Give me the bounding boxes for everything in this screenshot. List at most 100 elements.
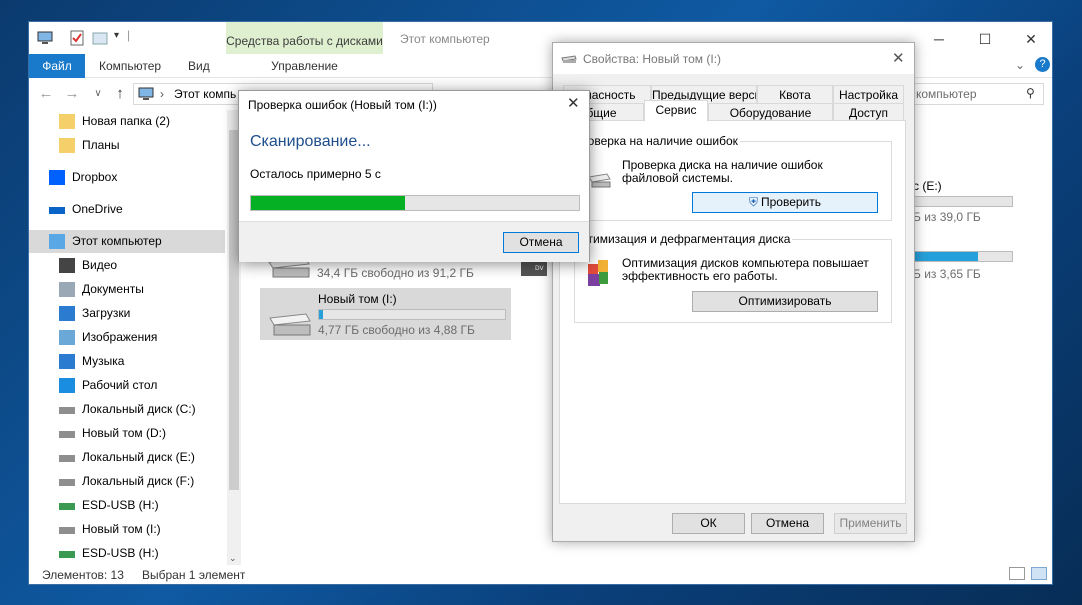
address-text: Этот компь xyxy=(174,87,237,101)
drive-e-usage-bar xyxy=(913,196,1013,207)
new-folder-icon[interactable] xyxy=(92,30,108,46)
optimize-button[interactable]: Оптимизировать xyxy=(692,291,878,312)
nav-item-label: Документы xyxy=(82,282,144,296)
drive-icon xyxy=(269,313,311,336)
dropdown-icon[interactable]: ▾ xyxy=(114,30,119,41)
error-check-group: роверка на наличие ошибок Проверка диска… xyxy=(574,134,892,221)
drive-icon xyxy=(561,55,577,63)
check-button-label: Проверить xyxy=(761,195,822,209)
drive-icon xyxy=(59,479,75,486)
search-input[interactable]: компьютер ⚲ xyxy=(909,83,1044,105)
nav-item[interactable]: Новая папка (2) xyxy=(29,110,225,133)
cancel-scan-button[interactable]: Отмена xyxy=(503,232,579,253)
status-bar: Элементов: 13 Выбран 1 элемент xyxy=(29,564,1052,586)
nav-item[interactable]: Изображения xyxy=(29,326,225,349)
nav-item-label: Рабочий стол xyxy=(82,378,158,392)
nav-item[interactable]: Документы xyxy=(29,278,225,301)
ok-button[interactable]: ОК xyxy=(672,513,745,534)
scan-progress-bar xyxy=(250,195,580,211)
search-icon: ⚲ xyxy=(1026,86,1035,100)
nav-item[interactable]: Загрузки xyxy=(29,302,225,325)
drive-icon xyxy=(59,455,75,462)
apply-button[interactable]: Применить xyxy=(834,513,907,534)
nav-item[interactable]: Музыка xyxy=(29,350,225,373)
computer-icon xyxy=(49,234,65,249)
nav-item[interactable]: Рабочий стол xyxy=(29,374,225,397)
desktop-background xyxy=(1054,0,1082,605)
nav-item-label: Этот компьютер xyxy=(72,234,162,248)
nav-item[interactable]: Планы xyxy=(29,134,225,157)
onedrive-icon xyxy=(49,207,65,214)
tab-file[interactable]: Файл xyxy=(29,54,85,78)
close-button[interactable]: ✕ xyxy=(1009,26,1053,52)
maximize-button[interactable]: ☐ xyxy=(963,26,1007,52)
drive-icon xyxy=(59,527,75,534)
nav-item-label: ESD-USB (H:) xyxy=(82,546,159,560)
nav-item-label: Dropbox xyxy=(72,170,118,184)
nav-item[interactable]: OneDrive xyxy=(29,198,225,221)
drive-free-text: 34,4 ГБ свободно из 91,2 ГБ xyxy=(317,266,474,280)
nav-item[interactable]: Локальный диск (E:) xyxy=(29,446,225,469)
optimize-group: птимизация и дефрагментация диска Оптими… xyxy=(574,232,892,323)
drive-e-name: с (E:) xyxy=(913,179,942,193)
check-button[interactable]: ⛨ Проверить xyxy=(692,192,878,213)
error-check-close-button[interactable]: ✕ xyxy=(567,94,580,112)
tab-quota[interactable]: Квота xyxy=(757,85,833,105)
dropbox-icon xyxy=(49,170,65,185)
nav-item-label: Новый том (I:) xyxy=(82,522,161,536)
time-remaining: Осталось примерно 5 с xyxy=(250,167,381,181)
tab-manage[interactable]: Управление xyxy=(226,59,383,73)
back-icon[interactable]: ← xyxy=(37,85,55,103)
nav-item[interactable]: Новый том (I:) xyxy=(29,518,225,541)
scan-progress-fill xyxy=(251,196,406,210)
nav-item[interactable]: Локальный диск (C:) xyxy=(29,398,225,421)
computer-icon xyxy=(138,87,154,100)
nav-item[interactable]: Этот компьютер xyxy=(29,230,225,253)
properties-icon[interactable] xyxy=(69,30,85,46)
error-check-group-title: роверка на наличие ошибок xyxy=(579,134,740,148)
nav-item-label: Загрузки xyxy=(82,306,131,320)
nav-item-label: Локальный диск (E:) xyxy=(82,450,195,464)
scanning-heading: Сканирование... xyxy=(250,133,371,150)
drive-icon xyxy=(59,407,75,414)
tab-customize[interactable]: Настройка xyxy=(833,85,904,105)
ribbon-expand-icon[interactable]: ⌄ xyxy=(1015,58,1025,72)
window-title: Этот компьютер xyxy=(400,32,490,46)
usb-drive-icon xyxy=(59,503,75,510)
tab-view[interactable]: Вид xyxy=(188,59,210,73)
up-icon[interactable]: ↑ xyxy=(111,85,129,103)
drive-f-free-text: Б из 3,65 ГБ xyxy=(913,267,981,281)
nav-item[interactable]: Новый том (D:) xyxy=(29,422,225,445)
tab-tools[interactable]: Сервис xyxy=(644,100,708,122)
tools-panel: роверка на наличие ошибок Проверка диска… xyxy=(559,120,906,504)
forward-icon[interactable]: → xyxy=(63,85,81,103)
recent-dropdown-icon[interactable]: ∨ xyxy=(89,85,107,103)
details-view-icon[interactable] xyxy=(1009,567,1025,580)
drive-free-text: 4,77 ГБ свободно из 4,88 ГБ xyxy=(318,323,475,337)
breadcrumb-chevron-icon: › xyxy=(160,87,164,101)
scroll-down-icon[interactable]: ⌄ xyxy=(229,553,237,564)
properties-close-button[interactable]: ✕ xyxy=(892,49,905,67)
cancel-button[interactable]: Отмена xyxy=(751,513,824,534)
nav-item[interactable]: Dropbox xyxy=(29,166,225,189)
tiles-view-icon[interactable] xyxy=(1031,567,1047,580)
nav-item[interactable]: ESD-USB (H:) xyxy=(29,494,225,517)
nav-item[interactable]: ESD-USB (H:) xyxy=(29,542,225,565)
drive-e-free-text: Б из 39,0 ГБ xyxy=(913,210,981,224)
minimize-button[interactable]: ─ xyxy=(917,26,961,52)
error-check-title: Проверка ошибок (Новый том (I:)) xyxy=(248,98,437,112)
folder-sync-icon xyxy=(59,138,75,153)
drive-check-icon xyxy=(588,173,611,188)
nav-item[interactable]: Видео xyxy=(29,254,225,277)
nav-item-label: Изображения xyxy=(82,330,158,344)
desktop-icon xyxy=(59,378,75,393)
drive-f-usage-bar xyxy=(913,251,1013,262)
tab-computer[interactable]: Компьютер xyxy=(99,59,161,73)
nav-item[interactable]: Локальный диск (F:) xyxy=(29,470,225,493)
drive-tile-i[interactable]: Новый том (I:) 4,77 ГБ свободно из 4,88 … xyxy=(260,288,511,340)
search-placeholder: компьютер xyxy=(916,87,977,101)
drive-f-usage-fill xyxy=(914,252,978,261)
computer-icon[interactable] xyxy=(37,30,53,46)
drive-usage-fill xyxy=(319,310,323,319)
help-icon[interactable]: ? xyxy=(1035,57,1050,72)
